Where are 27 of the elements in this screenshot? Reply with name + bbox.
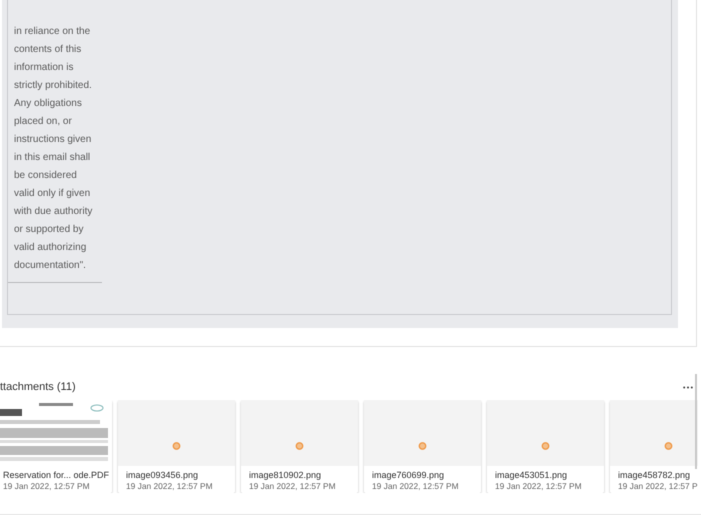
file-date: 19 Jan 2022, 12:57 PM — [249, 481, 337, 491]
image-icon — [172, 442, 180, 450]
attachment-card[interactable]: Reservation for... ode.PDF 19 Jan 2022, 12:57 PM — [0, 400, 112, 493]
disclaimer-text: in reliance on the contents of this information is strictly prohibited. Any obligations placed on, or instructions given in this email shall be considered valid only if given with due authority or supported by valid authorizing documentation". — [14, 25, 94, 273]
image-icon — [664, 442, 672, 450]
file-name: image810902.png — [249, 470, 322, 480]
file-name: image453051.png — [495, 470, 568, 480]
file-name: image760699.png — [372, 470, 446, 480]
attachment-card[interactable]: image453051.png 19 Jan 2022, 12:57 PM — [487, 400, 604, 493]
image-icon — [542, 442, 550, 450]
file-date: 19 Jan 2022, 12:57 P — [618, 481, 698, 491]
image-icon — [418, 442, 426, 450]
attachments-title: ttachments (11) — [0, 381, 76, 393]
attachment-card[interactable]: image458782.png 19 Jan 2022, 12:57 P — [610, 400, 698, 493]
file-name: image458782.png — [618, 470, 692, 480]
file-date: 19 Jan 2022, 12:57 PM — [3, 481, 91, 491]
file-name: Reservation for... ode.PDF — [3, 470, 110, 480]
attachment-card[interactable]: image810902.png 19 Jan 2022, 12:57 PM — [241, 400, 358, 493]
scrollbar[interactable] — [695, 374, 697, 469]
image-icon — [296, 442, 304, 450]
more-icon[interactable] — [683, 386, 693, 388]
file-name: image093456.png — [126, 470, 200, 480]
file-date: 19 Jan 2022, 12:57 PM — [495, 481, 583, 491]
attachment-card[interactable]: image760699.png 19 Jan 2022, 12:57 PM — [364, 400, 481, 493]
file-date: 19 Jan 2022, 12:57 PM — [372, 481, 460, 491]
file-date: 19 Jan 2022, 12:57 PM — [126, 481, 214, 491]
attachment-card[interactable]: image093456.png 19 Jan 2022, 12:57 PM — [118, 400, 235, 493]
